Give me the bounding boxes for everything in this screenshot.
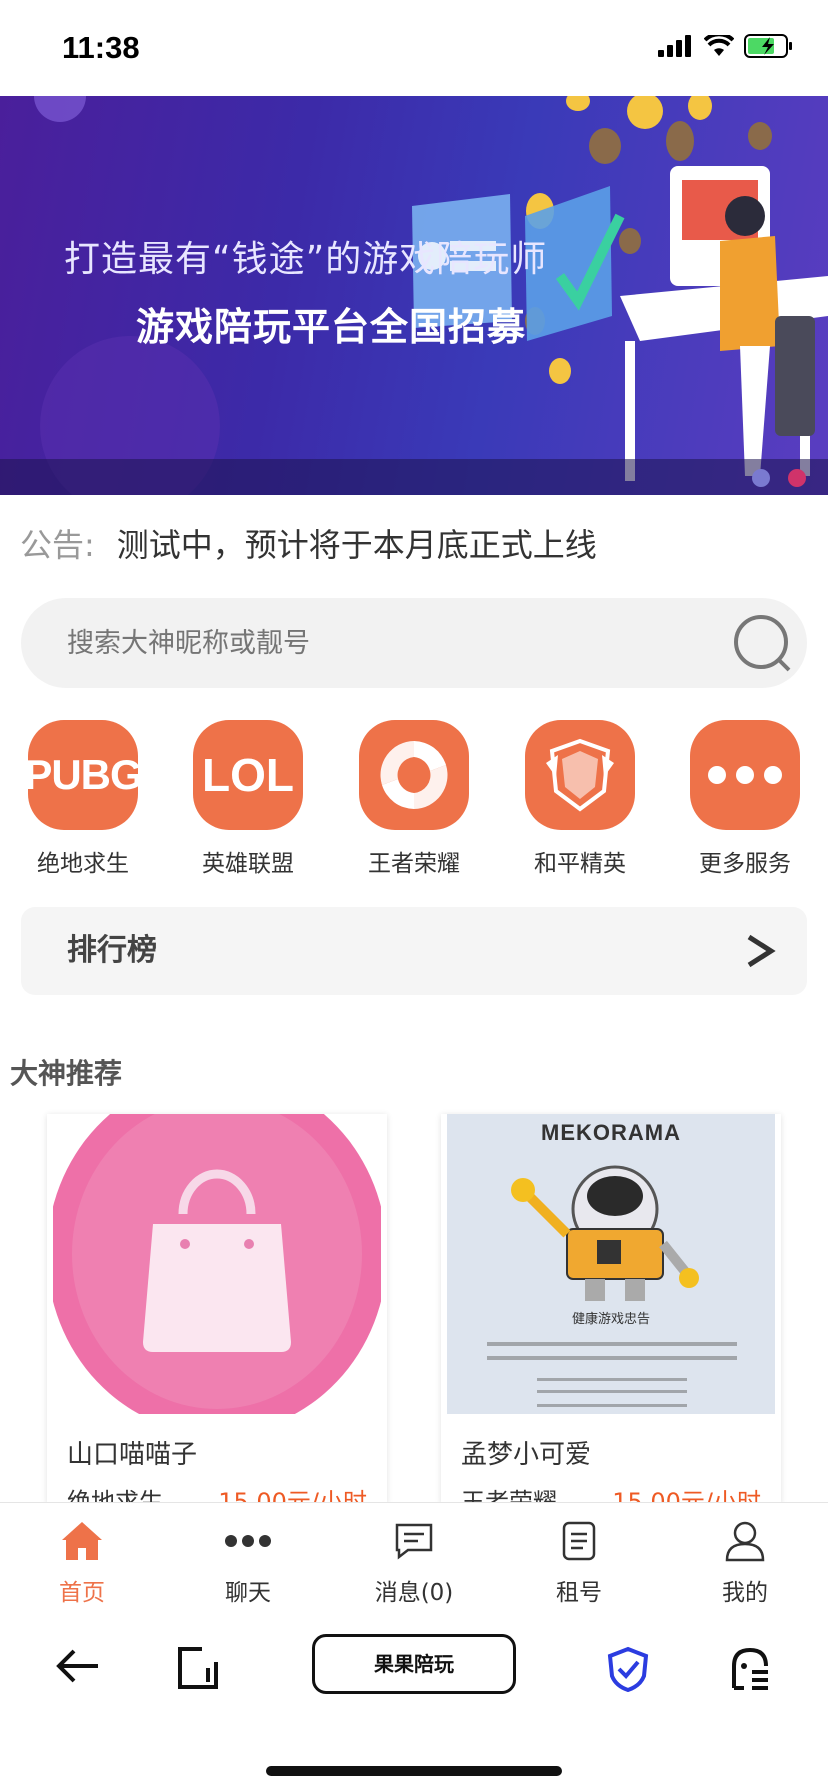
- category-honor-of-kings[interactable]: 王者荣耀: [339, 720, 489, 878]
- category-label: 和平精英: [534, 851, 626, 877]
- status-time: 11:38: [62, 30, 140, 65]
- browser-title-button[interactable]: 果果陪玩: [312, 1634, 516, 1694]
- category-label: 王者荣耀: [368, 851, 460, 877]
- signal-icon: [658, 35, 691, 57]
- notice-label: 公告:: [20, 526, 95, 564]
- card-image-title: MEKORAMA: [541, 1120, 681, 1145]
- card-image-caption: 健康游戏忠告: [571, 1312, 650, 1327]
- category-lol[interactable]: LOL 英雄联盟: [173, 720, 323, 878]
- card-image: MEKORAMA 健康游戏忠告: [447, 1114, 775, 1414]
- wifi-icon: [704, 35, 734, 56]
- lol-logo-text: LOL: [202, 749, 294, 801]
- browser-toolbar: 果果陪玩: [0, 1620, 828, 1740]
- banner-headline: 打造最有“钱途”的游戏陪玩师: [64, 239, 548, 280]
- tab-rent[interactable]: 租号: [524, 1519, 634, 1607]
- honor-of-kings-logo-icon: [359, 720, 469, 830]
- shield-check-icon[interactable]: [606, 1646, 650, 1692]
- card-price: 15.00元/小时: [612, 1488, 761, 1504]
- pages-icon[interactable]: [176, 1646, 220, 1690]
- ranking-entry[interactable]: 排行榜: [21, 907, 807, 995]
- category-label: 绝地求生: [37, 851, 129, 877]
- tab-label: 消息(0): [374, 1580, 454, 1606]
- tab-label: 我的: [722, 1580, 768, 1606]
- more-dots-icon: [690, 720, 800, 830]
- back-arrow-icon[interactable]: [54, 1646, 102, 1686]
- category-peace-elite[interactable]: 和平精英: [505, 720, 655, 878]
- notice-text: 测试中，预计将于本月底正式上线: [116, 526, 597, 564]
- user-icon: [690, 1519, 800, 1563]
- peace-elite-logo-icon: [525, 720, 635, 830]
- category-pubg[interactable]: PUBG 绝地求生: [8, 720, 158, 878]
- tab-label: 聊天: [225, 1580, 271, 1606]
- card-price: 15.00元/小时: [218, 1488, 367, 1504]
- promo-banner[interactable]: 打造最有“钱途”的游戏陪玩师 游戏陪玩平台全国招募: [0, 96, 828, 495]
- bottom-tab-bar: 首页 聊天 消息(0) 租号 我的: [0, 1502, 828, 1620]
- card-image: [53, 1114, 381, 1414]
- card-name: 山口喵喵子: [67, 1440, 198, 1470]
- notice-bar: 公告: 测试中，预计将于本月底正式上线: [20, 520, 597, 566]
- rent-document-icon: [524, 1519, 634, 1563]
- pubg-logo-icon: PUBG: [24, 720, 143, 830]
- status-bar: 11:38: [0, 0, 828, 96]
- tab-messages[interactable]: 消息(0): [359, 1519, 469, 1607]
- category-more[interactable]: 更多服务: [670, 720, 820, 878]
- home-icon: [27, 1519, 137, 1563]
- category-label: 更多服务: [699, 851, 791, 877]
- category-label: 英雄联盟: [202, 851, 294, 877]
- pubg-logo-text: PUBG: [24, 751, 142, 798]
- home-indicator[interactable]: [266, 1766, 562, 1776]
- tab-home[interactable]: 首页: [27, 1519, 137, 1607]
- status-icons: [658, 34, 794, 58]
- search-icon[interactable]: [731, 612, 793, 674]
- message-icon: [359, 1519, 469, 1563]
- recommend-card[interactable]: MEKORAMA 健康游戏忠告 孟梦小可爱 王者荣耀 15.00元/小时: [441, 1114, 781, 1504]
- banner-subheadline: 游戏陪玩平台全国招募: [136, 305, 527, 349]
- card-game: 绝地求生: [67, 1488, 163, 1504]
- category-grid: PUBG 绝地求生 LOL 英雄联盟 王者荣耀 和平精英 更多服务: [0, 720, 828, 880]
- battery-icon: [744, 34, 792, 58]
- tab-mine[interactable]: 我的: [690, 1519, 800, 1607]
- ghost-menu-icon[interactable]: [728, 1646, 772, 1692]
- ranking-label: 排行榜: [67, 933, 157, 968]
- lol-logo-icon: LOL: [193, 720, 303, 830]
- tab-label: 首页: [59, 1580, 105, 1606]
- tab-label: 租号: [556, 1580, 602, 1606]
- recommend-card[interactable]: 山口喵喵子 绝地求生 15.00元/小时: [47, 1114, 387, 1504]
- card-name: 孟梦小可爱: [461, 1440, 592, 1470]
- chat-dots-icon: [193, 1519, 303, 1563]
- card-game: 王者荣耀: [461, 1488, 557, 1504]
- tab-chat[interactable]: 聊天: [193, 1519, 303, 1607]
- search-input[interactable]: [67, 598, 707, 688]
- banner-dot-1[interactable]: [752, 469, 770, 487]
- section-title-recommend: 大神推荐: [10, 1057, 123, 1090]
- chevron-right-icon: [747, 934, 776, 968]
- banner-dot-2[interactable]: [788, 469, 806, 487]
- search-bar[interactable]: [21, 598, 807, 688]
- banner-indicator-bar: [0, 459, 828, 495]
